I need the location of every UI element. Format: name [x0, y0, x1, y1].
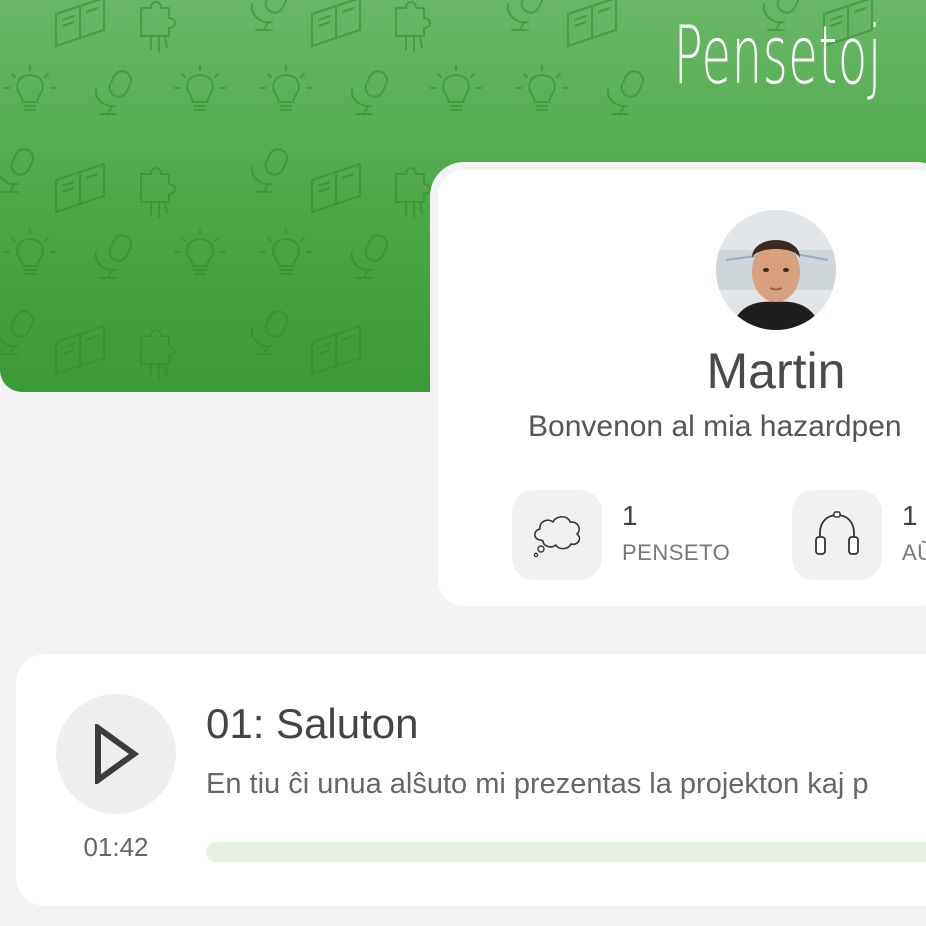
profile-tagline: Bonvenon al mia hazardpen — [528, 410, 902, 443]
episode-description: En tiu ĉi unua alŝuto mi prezentas la pr… — [206, 768, 869, 800]
brand-title[interactable]: Pensetoj — [674, 4, 882, 108]
thoughts-count: 1 — [622, 500, 638, 531]
avatar-photo — [716, 210, 836, 330]
listens-stat-icon-box[interactable] — [792, 490, 882, 580]
listens-label: AŬ — [902, 540, 926, 565]
avatar — [716, 210, 836, 330]
episode-duration: 01:42 — [83, 832, 149, 862]
listens-count: 1 — [902, 500, 918, 531]
play-icon — [95, 724, 140, 784]
thought-cloud-icon — [533, 515, 581, 558]
thoughts-stat-icon-box[interactable] — [512, 490, 602, 580]
play-button[interactable] — [56, 694, 176, 814]
profile-name: Martin — [706, 343, 846, 399]
episode-title[interactable]: 01: Saluton — [206, 700, 419, 748]
episode-progress-bar[interactable] — [206, 842, 926, 862]
thoughts-label: PENSETO — [622, 540, 731, 565]
headphones-icon — [815, 511, 859, 555]
